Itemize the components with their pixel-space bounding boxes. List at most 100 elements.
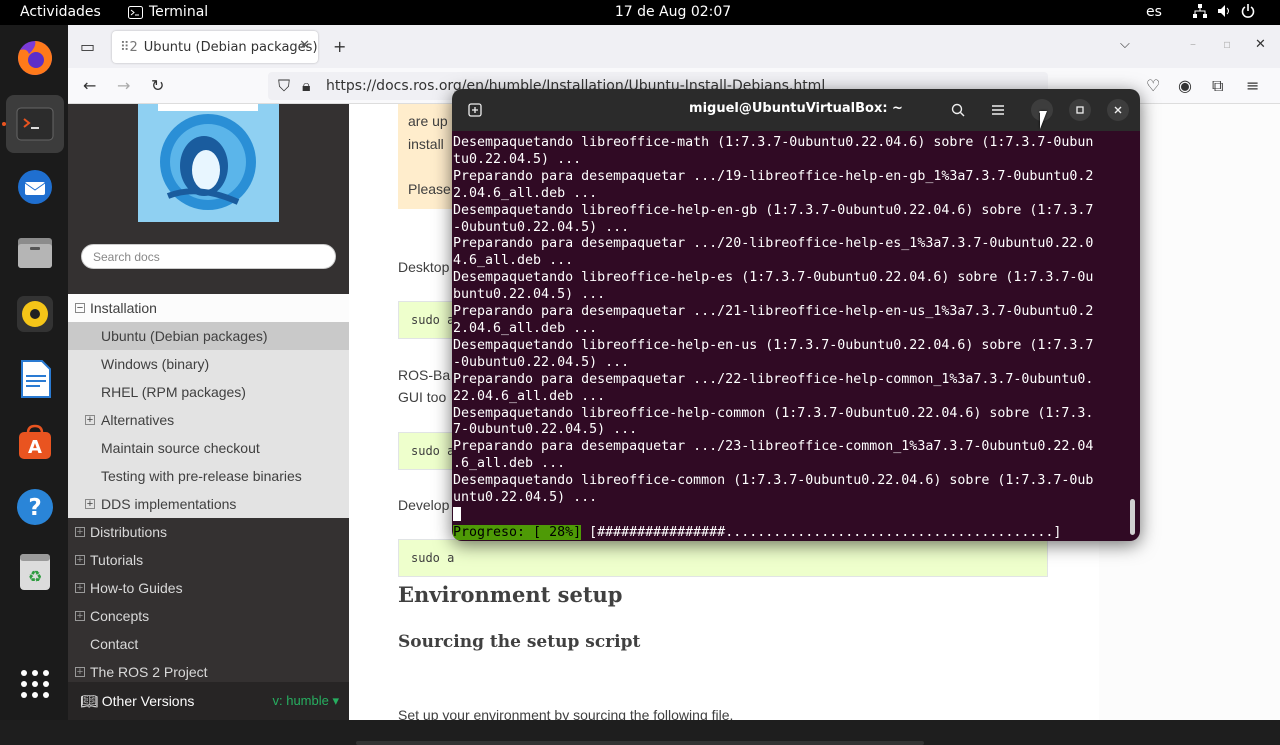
- top-bar: Actividades Terminal 17 de Aug 02:07 es: [0, 0, 1280, 25]
- sidebar-item-tutorials[interactable]: + Tutorials: [68, 546, 349, 574]
- sidebar-item-label: Windows (binary): [101, 356, 210, 372]
- firefox-icon[interactable]: [14, 37, 56, 79]
- code-block-3[interactable]: sudo a: [398, 539, 1048, 577]
- sidebar-item-concepts[interactable]: + Concepts: [68, 602, 349, 630]
- heading-sourcing-setup: Sourcing the setup script: [398, 632, 641, 652]
- system-tray[interactable]: [1192, 3, 1256, 19]
- terminal-window: miguel@UbuntuVirtualBox: ~ Desempaquetan…: [452, 89, 1140, 541]
- terminal-line: Preparando para desempaquetar .../21-lib…: [453, 304, 1094, 320]
- sidebar-item-label: Distributions: [90, 524, 168, 540]
- sidebar-item-dds-implementations[interactable]: + DDS implementations: [68, 490, 349, 518]
- sidebar-item-contact[interactable]: Contact: [68, 630, 349, 658]
- search-docs-input[interactable]: Search docs: [81, 244, 336, 269]
- expand-icon[interactable]: +: [85, 415, 95, 426]
- terminal-line: Desempaquetando libreoffice-help-common …: [453, 405, 1094, 421]
- ros-humble-logo[interactable]: [138, 104, 279, 222]
- sidebar-item-rhel-rpm-packages[interactable]: RHEL (RPM packages): [68, 378, 349, 406]
- files-icon[interactable]: [14, 231, 56, 273]
- sidebar-item-label: RHEL (RPM packages): [101, 384, 246, 400]
- terminal-line: Desempaquetando libreoffice-common (1:7.…: [453, 473, 1094, 489]
- tab-ubuntu-debian[interactable]: ⠿2 Ubuntu (Debian packages) ✕: [112, 31, 318, 63]
- terminal-line: Desempaquetando libreoffice-help-en-us (…: [453, 337, 1094, 353]
- expand-icon[interactable]: +: [75, 611, 85, 622]
- language-indicator[interactable]: es: [1146, 4, 1162, 20]
- back-icon[interactable]: ←: [83, 76, 96, 95]
- terminal-line: Desempaquetando libreoffice-math (1:7.3.…: [453, 135, 1094, 150]
- tab-prefix: ⠿2: [120, 39, 138, 55]
- window-maximize-icon[interactable]: ▫: [1223, 37, 1231, 51]
- forward-icon[interactable]: →: [117, 76, 130, 95]
- tab-overview-icon[interactable]: ▭: [80, 37, 95, 56]
- window-close-icon[interactable]: ✕: [1255, 37, 1266, 52]
- expand-icon[interactable]: +: [75, 583, 85, 594]
- trash-icon[interactable]: ♻: [14, 551, 56, 593]
- sidebar-item-distributions[interactable]: + Distributions: [68, 518, 349, 546]
- lock-icon[interactable]: 🔒︎: [302, 76, 311, 96]
- new-tab-icon[interactable]: +: [333, 37, 346, 56]
- tab-close-icon[interactable]: ✕: [299, 38, 310, 53]
- terminal-line: -0ubuntu0.22.04.5) ...: [453, 354, 630, 370]
- paragraph-ros-base-2: GUI too: [398, 389, 447, 405]
- paragraph-dev-tools: Develop: [398, 497, 450, 513]
- sidebar-item-how-to-guides[interactable]: + How-to Guides: [68, 574, 349, 602]
- horizontal-scrollbar[interactable]: [356, 741, 924, 745]
- sidebar-item-label: The ROS 2 Project: [90, 664, 208, 680]
- running-indicator: [2, 122, 6, 126]
- terminal-scrollbar[interactable]: [1130, 499, 1135, 535]
- terminal-output[interactable]: Desempaquetando libreoffice-math (1:7.3.…: [452, 131, 1140, 541]
- sidebar-item-label: Installation: [90, 300, 157, 316]
- close-icon[interactable]: [1107, 99, 1129, 121]
- help-icon[interactable]: ?: [14, 486, 56, 528]
- collapse-icon[interactable]: −: [75, 303, 85, 314]
- terminal-line: buntu0.22.04.5) ...: [453, 287, 606, 303]
- note-box: are up install Please: [398, 104, 458, 209]
- svg-text:♻: ♻: [28, 567, 42, 586]
- writer-icon[interactable]: [14, 358, 56, 400]
- terminal-line: Preparando para desempaquetar .../22-lib…: [453, 371, 1094, 387]
- sidebar-item-maintain-source-checkout[interactable]: Maintain source checkout: [68, 434, 349, 462]
- reload-icon[interactable]: ↻: [151, 76, 164, 95]
- expand-icon[interactable]: +: [75, 555, 85, 566]
- menu-icon[interactable]: ≡: [1246, 76, 1259, 95]
- sidebar-item-label: Alternatives: [101, 412, 175, 428]
- extensions-icon[interactable]: ⧉: [1212, 76, 1223, 96]
- clock[interactable]: 17 de Aug 02:07: [0, 4, 1280, 20]
- expand-icon[interactable]: +: [75, 527, 85, 538]
- version-selector[interactable]: v: humble ▾: [272, 693, 339, 709]
- maximize-icon[interactable]: [1069, 99, 1091, 121]
- sidebar-item-label: Tutorials: [90, 552, 144, 568]
- sidebar-item-ubuntu-debian-packages[interactable]: Ubuntu (Debian packages): [68, 322, 349, 350]
- pocket-icon[interactable]: ♡: [1146, 76, 1160, 95]
- expand-icon[interactable]: +: [85, 499, 95, 510]
- search-placeholder: Search docs: [93, 250, 160, 264]
- show-apps-icon[interactable]: [14, 663, 56, 705]
- expand-icon[interactable]: +: [75, 667, 85, 678]
- terminal-icon[interactable]: [6, 95, 64, 153]
- window-minimize-icon[interactable]: –: [1190, 37, 1196, 51]
- sidebar-item-label: How-to Guides: [90, 580, 183, 596]
- list-tabs-icon[interactable]: ⌵: [1120, 37, 1130, 52]
- rhythmbox-icon[interactable]: [14, 293, 56, 335]
- other-versions-bar[interactable]: 📖︎ Other Versions v: humble ▾: [68, 682, 349, 720]
- hamburger-menu-icon[interactable]: [984, 97, 1012, 123]
- search-icon[interactable]: [944, 97, 972, 123]
- sidebar-item-label: DDS implementations: [101, 496, 237, 512]
- sidebar-item-alternatives[interactable]: + Alternatives: [68, 406, 349, 434]
- note-line-3: Please: [408, 181, 451, 197]
- sidebar-item-installation[interactable]: − Installation: [68, 294, 349, 322]
- sidebar-item-label: Ubuntu (Debian packages): [101, 328, 268, 344]
- terminal-line: Preparando para desempaquetar .../20-lib…: [453, 236, 1094, 252]
- progress-label: Progreso: [ 28%]: [453, 524, 582, 540]
- terminal-line: 2.04.6_all.deb ...: [453, 185, 598, 201]
- sidebar-item-label: Contact: [90, 636, 139, 652]
- thunderbird-icon[interactable]: [14, 166, 56, 208]
- paragraph-ros-base-1: ROS-Ba: [398, 367, 451, 383]
- svg-text:A: A: [28, 437, 42, 458]
- sidebar-item-testing-with-pre-release-binaries[interactable]: Testing with pre-release binaries: [68, 462, 349, 490]
- app-center-icon[interactable]: A: [14, 421, 56, 463]
- version-label: v: humble: [272, 693, 329, 708]
- account-icon[interactable]: ◉: [1178, 76, 1192, 95]
- terminal-line: Desempaquetando libreoffice-help-es (1:7…: [453, 270, 1094, 286]
- shield-icon[interactable]: ⛉: [278, 76, 290, 96]
- sidebar-item-windows-binary[interactable]: Windows (binary): [68, 350, 349, 378]
